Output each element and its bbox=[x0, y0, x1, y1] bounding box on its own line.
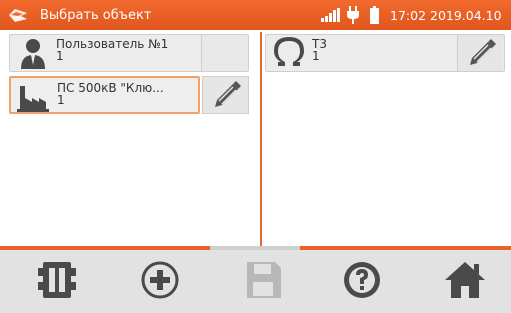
save-button[interactable] bbox=[239, 258, 287, 302]
plug-icon bbox=[347, 6, 359, 24]
bottom-toolbar bbox=[0, 250, 511, 313]
item-number: 1 bbox=[56, 49, 64, 63]
panel-divider bbox=[260, 32, 262, 246]
omega-icon bbox=[274, 37, 304, 66]
help-button[interactable] bbox=[338, 258, 386, 302]
add-button[interactable] bbox=[136, 258, 184, 302]
person-icon bbox=[21, 39, 45, 69]
edit-button[interactable] bbox=[457, 35, 503, 71]
logo-icon bbox=[9, 9, 27, 22]
add-icon bbox=[141, 261, 179, 299]
battery-icon bbox=[370, 6, 379, 24]
pencil-icon bbox=[215, 81, 241, 107]
signal-icon bbox=[321, 8, 340, 22]
tree-icon bbox=[38, 262, 76, 298]
title-bar: Выбрать объект 17:02 2019.04.10 bbox=[0, 0, 511, 30]
factory-icon bbox=[17, 86, 49, 112]
edit-button[interactable] bbox=[202, 76, 249, 114]
save-icon bbox=[247, 262, 281, 298]
item-side-button[interactable] bbox=[201, 35, 247, 71]
item-number: 1 bbox=[312, 49, 320, 63]
home-icon bbox=[445, 262, 485, 298]
item-name: Пользователь №1 bbox=[56, 37, 169, 51]
list-item-object[interactable]: Т3 1 bbox=[265, 34, 505, 72]
pencil-icon bbox=[470, 39, 496, 65]
page-title: Выбрать объект bbox=[40, 8, 152, 23]
list-item-user[interactable]: Пользователь №1 1 bbox=[9, 34, 249, 72]
item-name: ПС 500кВ "Клю... bbox=[57, 81, 164, 95]
home-button[interactable] bbox=[441, 258, 489, 302]
list-item-substation[interactable]: ПС 500кВ "Клю... 1 bbox=[9, 76, 200, 114]
tree-button[interactable] bbox=[33, 258, 81, 302]
help-icon bbox=[344, 262, 380, 298]
clock: 17:02 2019.04.10 bbox=[390, 8, 502, 23]
item-number: 1 bbox=[57, 93, 65, 107]
